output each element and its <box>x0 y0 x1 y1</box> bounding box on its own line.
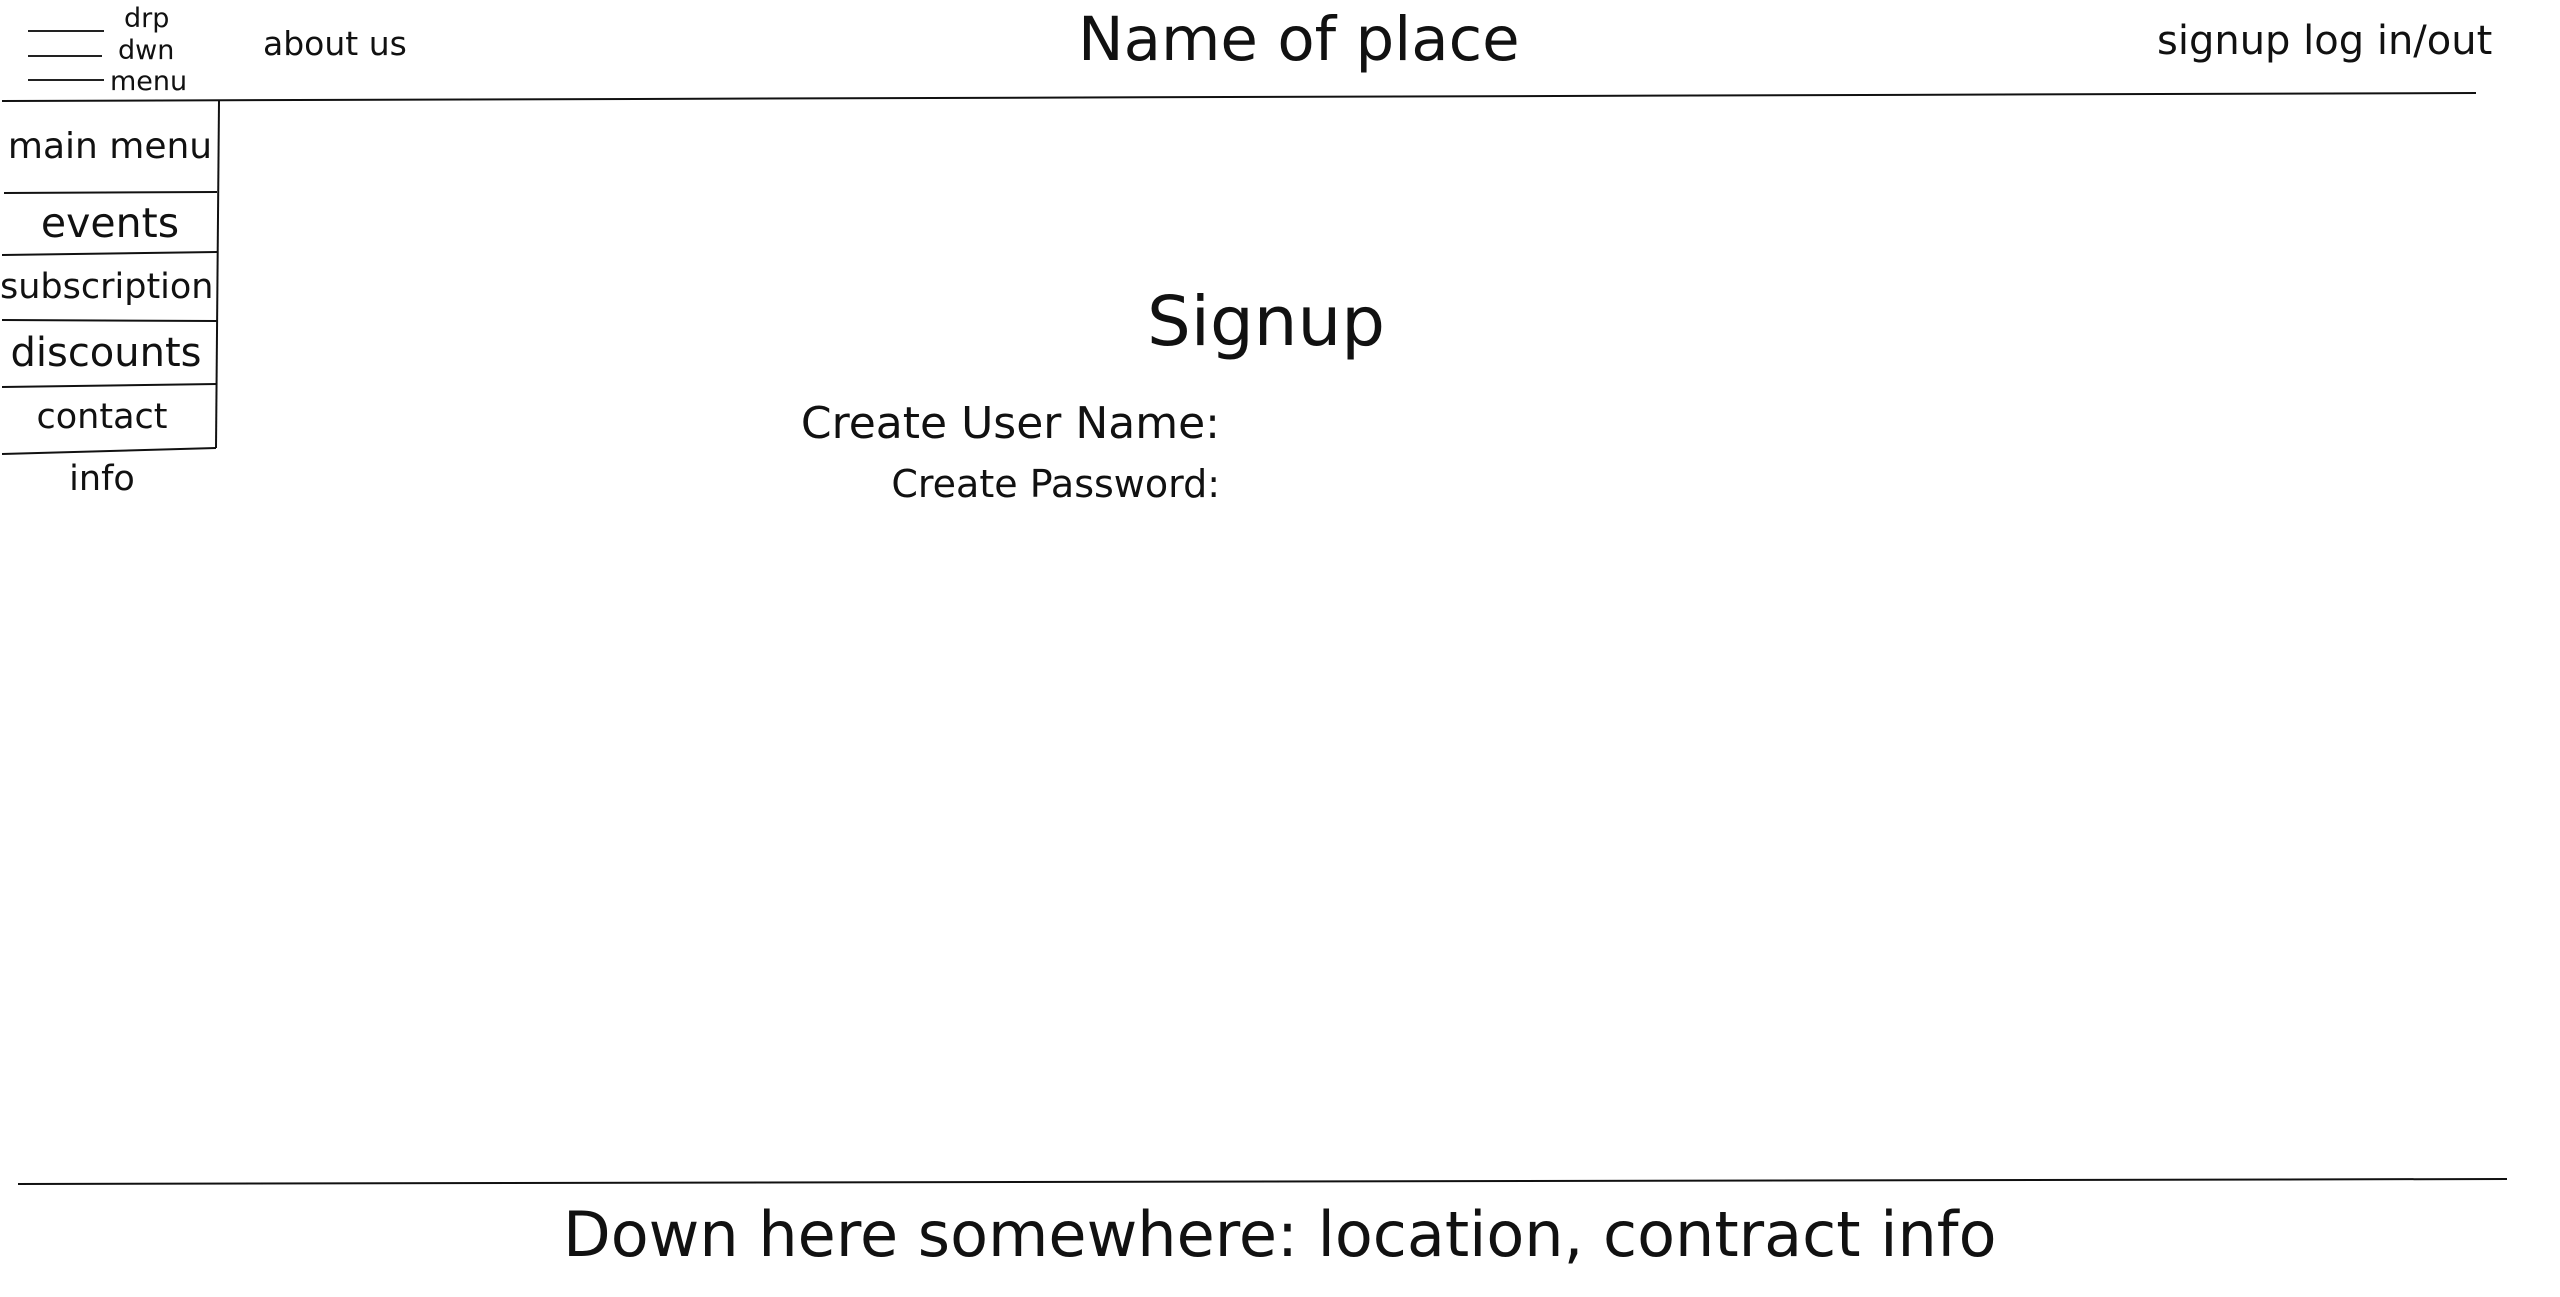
password-label: Create Password: <box>891 462 1220 506</box>
hamburger-icon-bar <box>28 79 104 81</box>
sidebar-divider <box>215 100 220 449</box>
password-input[interactable] <box>1238 466 1678 506</box>
site-title: Name of place <box>1078 4 1520 75</box>
sidebar-item-main-menu[interactable]: main menu <box>4 104 216 190</box>
dropdown-label-dwn: dwn <box>118 35 175 66</box>
sidebar-item-contact-info[interactable]: contact info <box>0 386 204 499</box>
footer-divider <box>17 1178 2508 1185</box>
signup-heading: Signup <box>1147 282 1386 362</box>
username-label: Create User Name: <box>800 398 1220 449</box>
hamburger-icon-bar <box>28 55 102 57</box>
dropdown-label-menu: menu <box>110 66 188 97</box>
about-us-link[interactable]: about us <box>263 24 407 63</box>
footer-text: Down here somewhere: location, contract … <box>563 1198 1997 1271</box>
sidebar-item-events[interactable]: events <box>4 193 216 253</box>
wireframe-lines <box>1 92 2508 1185</box>
dropdown-menu-button[interactable]: drp dwn menu <box>22 3 197 97</box>
signup-login-links[interactable]: signup log in/out <box>2157 18 2492 64</box>
sidebar-item-subscription[interactable]: subscription <box>0 255 214 319</box>
hamburger-icon-bar <box>28 30 104 32</box>
sidebar-item-label: subscription <box>0 267 214 307</box>
sidebar-item-label: events <box>40 199 180 247</box>
dropdown-label-drp: drp <box>124 3 170 34</box>
sidebar-item-label: main menu <box>7 126 213 167</box>
header-divider <box>1 92 2477 102</box>
sidebar-item-discounts[interactable]: discounts <box>0 321 212 385</box>
username-input[interactable] <box>1238 404 1678 450</box>
sidebar-item-label: discounts <box>10 330 202 376</box>
